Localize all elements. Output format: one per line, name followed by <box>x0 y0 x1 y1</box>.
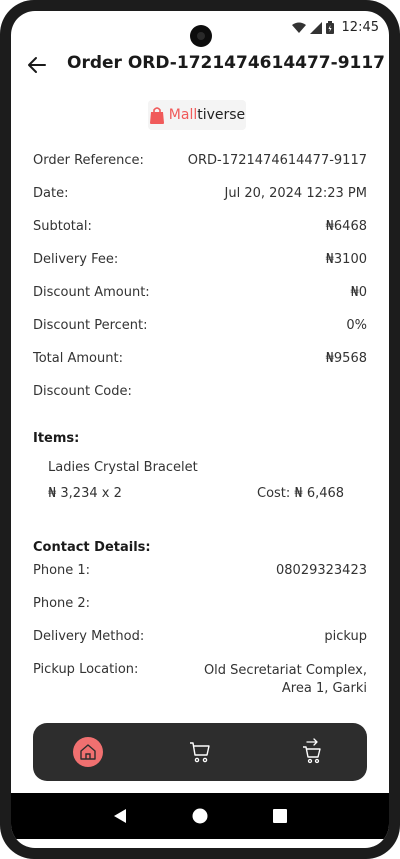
shopping-bag-icon <box>149 107 164 124</box>
home-circle-icon[interactable] <box>192 808 208 824</box>
contact-row-delivery-method: Delivery Method: pickup <box>33 627 367 660</box>
items-title: Items: <box>33 431 80 446</box>
summary-row-total: Total Amount: ₦9568 <box>33 349 367 382</box>
summary-value: ₦0 <box>350 285 367 300</box>
summary-value: ₦3100 <box>325 252 367 267</box>
summary-label: Date: <box>33 186 69 201</box>
recents-icon[interactable] <box>272 809 287 823</box>
contact-label: Phone 1: <box>33 563 91 578</box>
system-navigation-bar <box>11 793 389 839</box>
item-qty: ₦ 3,234 x 2 <box>48 486 122 501</box>
contact-row-phone2: Phone 2: <box>33 594 367 627</box>
contact-title: Contact Details: <box>33 540 151 555</box>
bottom-navigation <box>33 723 367 781</box>
home-icon <box>80 744 96 760</box>
status-bar: 12:45 <box>11 11 389 47</box>
contact-label: Phone 2: <box>33 596 91 611</box>
orders-icon[interactable] <box>301 738 323 764</box>
contact-row-phone1: Phone 1: 08029323423 <box>33 561 367 594</box>
status-time: 12:45 <box>341 20 379 35</box>
item-name: Ladies Crystal Bracelet <box>48 460 198 475</box>
summary-value: 0% <box>346 318 367 333</box>
summary-label: Order Reference: <box>33 153 144 168</box>
battery-icon <box>325 21 334 34</box>
summary-label: Total Amount: <box>33 351 123 366</box>
summary-label: Discount Code: <box>33 384 132 399</box>
summary-row-delivery-fee: Delivery Fee: ₦3100 <box>33 250 367 283</box>
summary-row-subtotal: Subtotal: ₦6468 <box>33 217 367 250</box>
phone-frame: 12:45 Order ORD-1721474614477-9117 Mallt… <box>0 0 400 859</box>
screen: 12:45 Order ORD-1721474614477-9117 Mallt… <box>11 11 389 848</box>
wifi-icon <box>291 22 306 33</box>
contact-value: pickup <box>324 629 367 644</box>
summary-label: Delivery Fee: <box>33 252 119 267</box>
summary-row-discount-percent: Discount Percent: 0% <box>33 316 367 349</box>
summary-value: ₦9568 <box>325 351 367 366</box>
contact-value: Old Secretariat Complex, Area 1, Garki <box>203 663 367 696</box>
contact-value: 08029323423 <box>276 563 367 578</box>
cart-icon[interactable] <box>189 740 211 764</box>
summary-row-reference: Order Reference: ORD-1721474614477-9117 <box>33 151 367 184</box>
front-camera <box>190 25 212 47</box>
summary-row-date: Date: Jul 20, 2024 12:23 PM <box>33 184 367 217</box>
back-icon[interactable] <box>113 808 127 824</box>
contact-label: Delivery Method: <box>33 629 145 644</box>
summary-row-discount-amount: Discount Amount: ₦0 <box>33 283 367 316</box>
page-title: Order ORD-1721474614477-9117 <box>67 53 386 73</box>
order-details: Order Reference: ORD-1721474614477-9117 … <box>33 151 367 700</box>
summary-label: Discount Amount: <box>33 285 150 300</box>
summary-label: Discount Percent: <box>33 318 148 333</box>
arrow-left-icon[interactable] <box>25 53 49 77</box>
malltiverse-logo: Malltiverse <box>148 100 246 130</box>
summary-value: ₦6468 <box>325 219 367 234</box>
summary-value: Jul 20, 2024 12:23 PM <box>224 186 368 201</box>
contact-row-pickup-location: Pickup Location: Old Secretariat Complex… <box>33 660 367 700</box>
contact-label: Pickup Location: <box>33 662 139 677</box>
summary-value: ORD-1721474614477-9117 <box>187 153 367 168</box>
signal-icon <box>309 21 322 34</box>
item-price-line: ₦ 3,234 x 2 Cost: ₦ 6,468 <box>33 486 367 506</box>
summary-label: Subtotal: <box>33 219 92 234</box>
summary-row-discount-code: Discount Code: <box>33 382 367 415</box>
app-header: Order ORD-1721474614477-9117 <box>11 45 389 85</box>
item-cost: Cost: ₦ 6,468 <box>257 486 345 501</box>
nav-home-button[interactable] <box>73 737 103 767</box>
logo-text: Malltiverse <box>168 107 246 123</box>
status-icons: 12:45 <box>291 20 379 35</box>
